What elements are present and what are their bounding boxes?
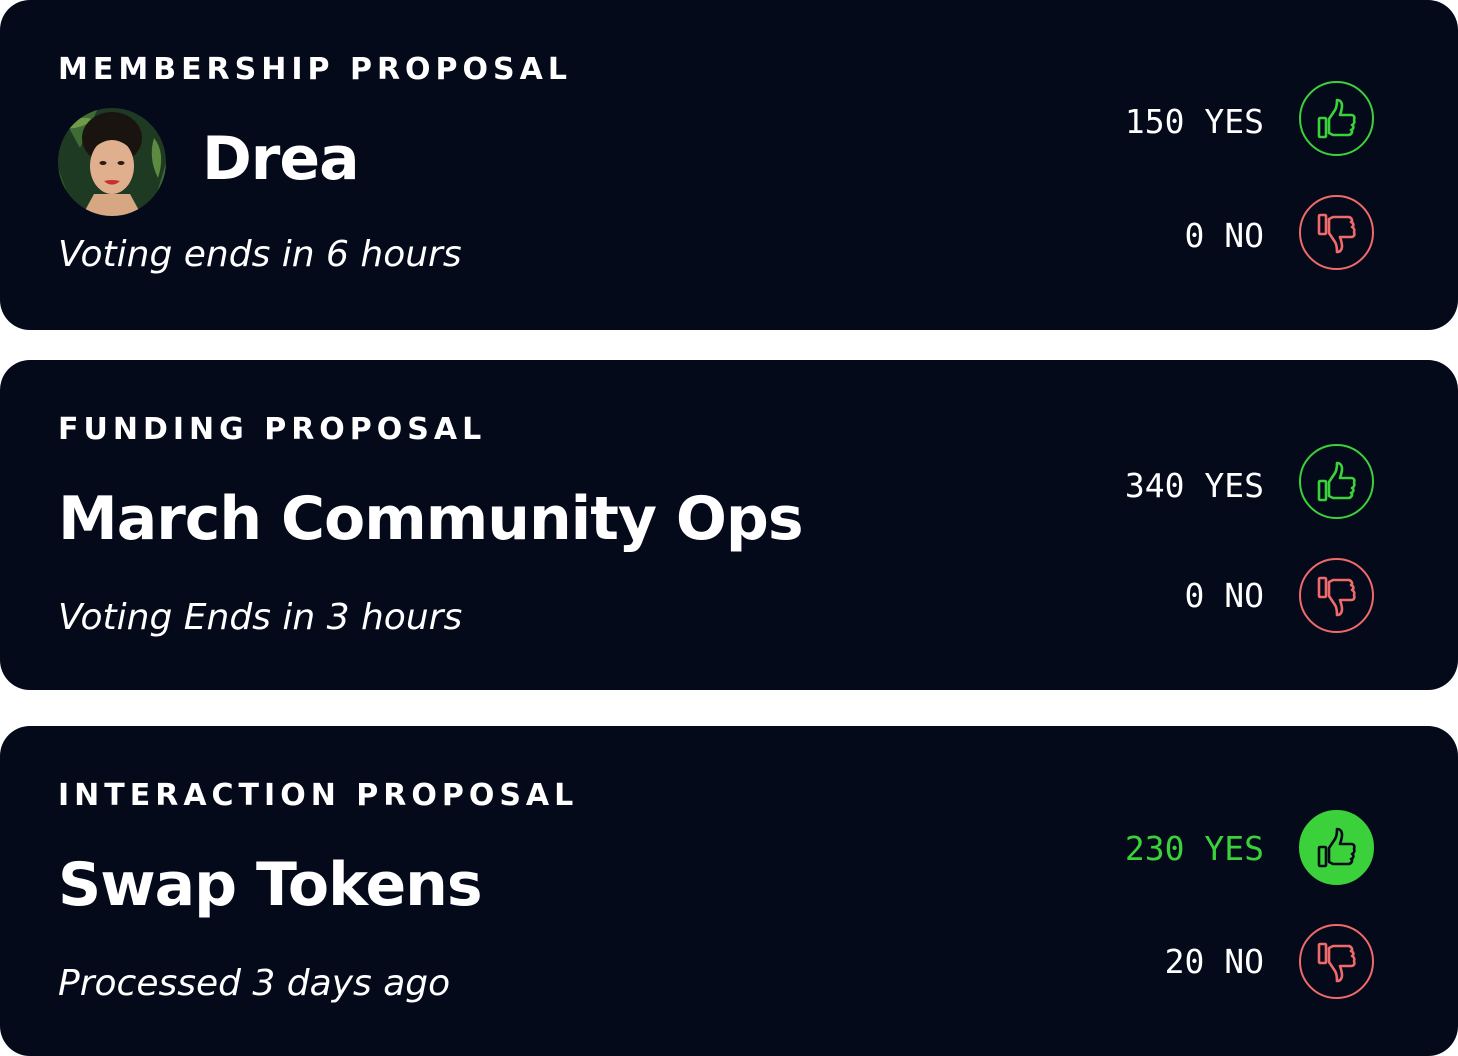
proposal-card[interactable]: MEMBERSHIP PROPOSAL Drea Voting ends in … [0,0,1458,330]
avatar [58,108,166,216]
thumbs-up-icon [1317,461,1356,501]
yes-count: 150 YES [1124,102,1264,141]
proposal-type: FUNDING PROPOSAL [58,412,487,447]
thumbs-down-icon [1317,213,1356,253]
proposal-type: MEMBERSHIP PROPOSAL [58,52,572,87]
proposal-status: Voting Ends in 3 hours [58,597,463,638]
proposal-status: Voting ends in 6 hours [58,234,462,275]
proposal-title: March Community Ops [58,484,804,554]
vote-no-button[interactable] [1299,195,1374,270]
vote-yes-button[interactable] [1299,444,1374,519]
proposal-type: INTERACTION PROPOSAL [58,778,579,813]
vote-yes-button[interactable] [1299,81,1374,156]
vote-no-button[interactable] [1299,924,1374,999]
thumbs-down-icon [1317,942,1356,982]
yes-count: 340 YES [1124,466,1264,505]
proposal-status: Processed 3 days ago [58,963,451,1004]
thumbs-up-icon [1317,827,1356,867]
no-count: 20 NO [1164,942,1264,981]
vote-no-button[interactable] [1299,558,1374,633]
vote-yes-button[interactable] [1299,810,1374,885]
proposal-title: Drea [202,124,360,194]
thumbs-down-icon [1317,576,1356,616]
proposal-card[interactable]: FUNDING PROPOSAL March Community Ops Vot… [0,360,1458,690]
yes-count: 230 YES [1124,829,1264,868]
proposal-card[interactable]: INTERACTION PROPOSAL Swap Tokens Process… [0,726,1458,1056]
no-count: 0 NO [1184,216,1264,255]
thumbs-up-icon [1317,98,1356,138]
proposal-title: Swap Tokens [58,850,483,920]
no-count: 0 NO [1184,576,1264,615]
